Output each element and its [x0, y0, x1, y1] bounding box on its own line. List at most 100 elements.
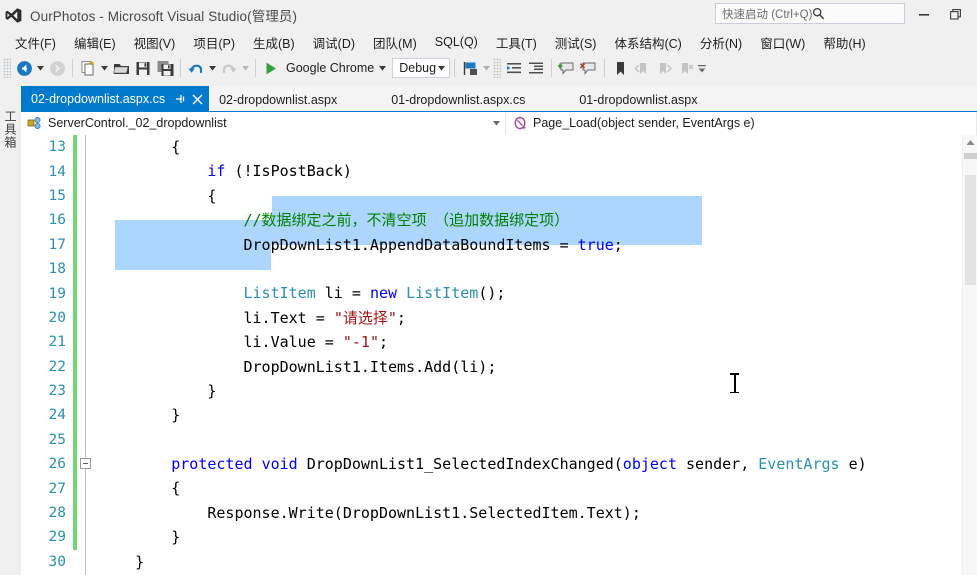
- menu-item-architecture[interactable]: 体系结构(C): [605, 30, 690, 55]
- code-lines[interactable]: 13 { 14 if (!IsPostBack) 15 {16 //数据绑定之…: [21, 135, 977, 575]
- comment-selection-icon[interactable]: [556, 57, 578, 79]
- code-line[interactable]: 14 if (!IsPostBack): [21, 159, 977, 184]
- menu-item-build[interactable]: 生成(B): [244, 30, 304, 55]
- fold-column[interactable]: [77, 208, 95, 233]
- menu-item-project[interactable]: 项目(P): [184, 30, 244, 55]
- save-all-icon[interactable]: [154, 57, 176, 79]
- code-line[interactable]: 21 li.Value = "-1";: [21, 330, 977, 355]
- chevron-down-icon[interactable]: [489, 113, 503, 133]
- save-icon[interactable]: [132, 57, 154, 79]
- fold-column[interactable]: [77, 256, 95, 282]
- new-item-icon[interactable]: [77, 57, 99, 79]
- toolbar-separator: [72, 59, 73, 77]
- redo-dropdown-icon[interactable]: [240, 57, 251, 79]
- clear-bookmarks-icon[interactable]: [675, 57, 697, 79]
- fold-column[interactable]: [77, 183, 95, 209]
- pin-icon[interactable]: [173, 92, 187, 106]
- code-line[interactable]: 16 //数据绑定之前，不清空项 （追加数据绑定项）: [21, 208, 977, 233]
- start-target-label[interactable]: Google Chrome: [282, 61, 377, 75]
- menu-item-team[interactable]: 团队(M): [364, 30, 426, 55]
- toolbar-overflow-icon[interactable]: [697, 57, 708, 79]
- restore-button[interactable]: [943, 4, 969, 24]
- fold-column[interactable]: [77, 330, 95, 355]
- class-selector-combo[interactable]: ServerControl._02_dropdownlist: [21, 111, 506, 135]
- search-icon[interactable]: [812, 7, 900, 20]
- fold-column[interactable]: [77, 159, 95, 184]
- fold-column[interactable]: [77, 354, 95, 379]
- close-icon[interactable]: [189, 91, 205, 107]
- navigate-back-icon[interactable]: [13, 57, 35, 79]
- navigate-back-dropdown-icon[interactable]: [35, 57, 46, 79]
- collapse-box[interactable]: [80, 458, 91, 470]
- menu-item-sql[interactable]: SQL(Q): [426, 32, 487, 52]
- fold-column[interactable]: [77, 525, 95, 550]
- configuration-combo[interactable]: Debug: [392, 57, 451, 79]
- tab-02-dropdownlist-aspx[interactable]: 02-dropdownlist.aspx: [209, 88, 348, 112]
- code-line[interactable]: 24 }: [21, 403, 977, 428]
- redo-icon[interactable]: [218, 57, 240, 79]
- code-line[interactable]: 28 Response.Write(DropDownList1.Selected…: [21, 500, 977, 526]
- start-target-dropdown-icon[interactable]: [377, 57, 388, 79]
- code-text: li.Text = "请选择";: [99, 308, 406, 327]
- code-line[interactable]: 19 ListItem li = new ListItem();: [21, 281, 977, 306]
- tab-01-dropdownlist-aspx[interactable]: 01-dropdownlist.aspx: [569, 88, 708, 112]
- menu-item-help[interactable]: 帮助(H): [814, 30, 874, 55]
- open-file-icon[interactable]: [110, 57, 132, 79]
- undo-dropdown-icon[interactable]: [207, 57, 218, 79]
- menu-item-debug[interactable]: 调试(D): [304, 30, 364, 55]
- fold-column[interactable]: [77, 232, 95, 257]
- menu-item-edit[interactable]: 编辑(E): [65, 30, 125, 55]
- decrease-indent-icon[interactable]: [525, 57, 547, 79]
- tab-01-dropdownlist-aspx-cs[interactable]: 01-dropdownlist.aspx.cs: [381, 88, 536, 112]
- toolbar-grip-2[interactable]: [493, 58, 502, 78]
- member-selector-combo[interactable]: Page_Load(object sender, EventArgs e): [506, 111, 977, 135]
- fold-column[interactable]: [77, 427, 95, 453]
- fold-column[interactable]: [77, 403, 95, 428]
- start-debug-play-icon[interactable]: [260, 57, 282, 79]
- code-line[interactable]: 17 DropDownList1.AppendDataBoundItems = …: [21, 232, 977, 257]
- sidebar-item-toolbox[interactable]: 工具箱: [0, 88, 21, 170]
- fold-column[interactable]: [77, 135, 95, 160]
- line-number: 22: [48, 358, 66, 375]
- fold-column[interactable]: [77, 500, 95, 526]
- code-line[interactable]: 22 DropDownList1.Items.Add(li);: [21, 354, 977, 379]
- code-editor[interactable]: 13 { 14 if (!IsPostBack) 15 {16 //数据绑定之…: [21, 135, 977, 575]
- menu-item-window[interactable]: 窗口(W): [751, 30, 814, 55]
- code-line[interactable]: 18: [21, 256, 977, 282]
- fold-column[interactable]: [77, 452, 95, 477]
- fold-column[interactable]: [77, 305, 95, 331]
- code-line[interactable]: 23 }: [21, 378, 977, 404]
- quick-launch-input[interactable]: 快速启动 (Ctrl+Q): [715, 3, 905, 24]
- menu-item-analyze[interactable]: 分析(N): [691, 30, 751, 55]
- previous-bookmark-icon[interactable]: [631, 57, 653, 79]
- menu-item-tools[interactable]: 工具(T): [487, 30, 546, 55]
- code-line[interactable]: 30 }: [21, 549, 977, 575]
- increase-indent-icon[interactable]: [503, 57, 525, 79]
- navigate-forward-icon[interactable]: [46, 57, 68, 79]
- code-line[interactable]: 27 {: [21, 476, 977, 501]
- menu-item-file[interactable]: 文件(F): [6, 30, 65, 55]
- fold-column[interactable]: [77, 549, 95, 575]
- code-line[interactable]: 26 protected void DropDownList1_Selected…: [21, 452, 977, 477]
- bookmark-icon[interactable]: [609, 57, 631, 79]
- menu-item-view[interactable]: 视图(V): [125, 30, 185, 55]
- next-bookmark-icon[interactable]: [653, 57, 675, 79]
- uncomment-selection-icon[interactable]: [578, 57, 600, 79]
- fold-column[interactable]: [77, 281, 95, 306]
- fold-column[interactable]: [77, 378, 95, 404]
- tab-02-dropdownlist-aspx-cs[interactable]: 02-dropdownlist.aspx.cs: [21, 86, 210, 112]
- code-line[interactable]: 25: [21, 427, 977, 453]
- code-line[interactable]: 20 li.Text = "请选择";: [21, 305, 977, 331]
- code-line[interactable]: 13 {: [21, 135, 977, 160]
- chevron-down-icon[interactable]: [436, 57, 447, 79]
- minimize-button[interactable]: [911, 4, 937, 24]
- attach-dropdown-icon[interactable]: [481, 57, 492, 79]
- code-line[interactable]: 29 }: [21, 525, 977, 550]
- code-line[interactable]: 15 {: [21, 183, 977, 209]
- new-item-dropdown-icon[interactable]: [99, 57, 110, 79]
- toolbar-grip[interactable]: [3, 58, 11, 78]
- fold-column[interactable]: [77, 476, 95, 501]
- undo-icon[interactable]: [185, 57, 207, 79]
- menu-item-test[interactable]: 测试(S): [546, 30, 606, 55]
- attach-to-process-icon[interactable]: [459, 57, 481, 79]
